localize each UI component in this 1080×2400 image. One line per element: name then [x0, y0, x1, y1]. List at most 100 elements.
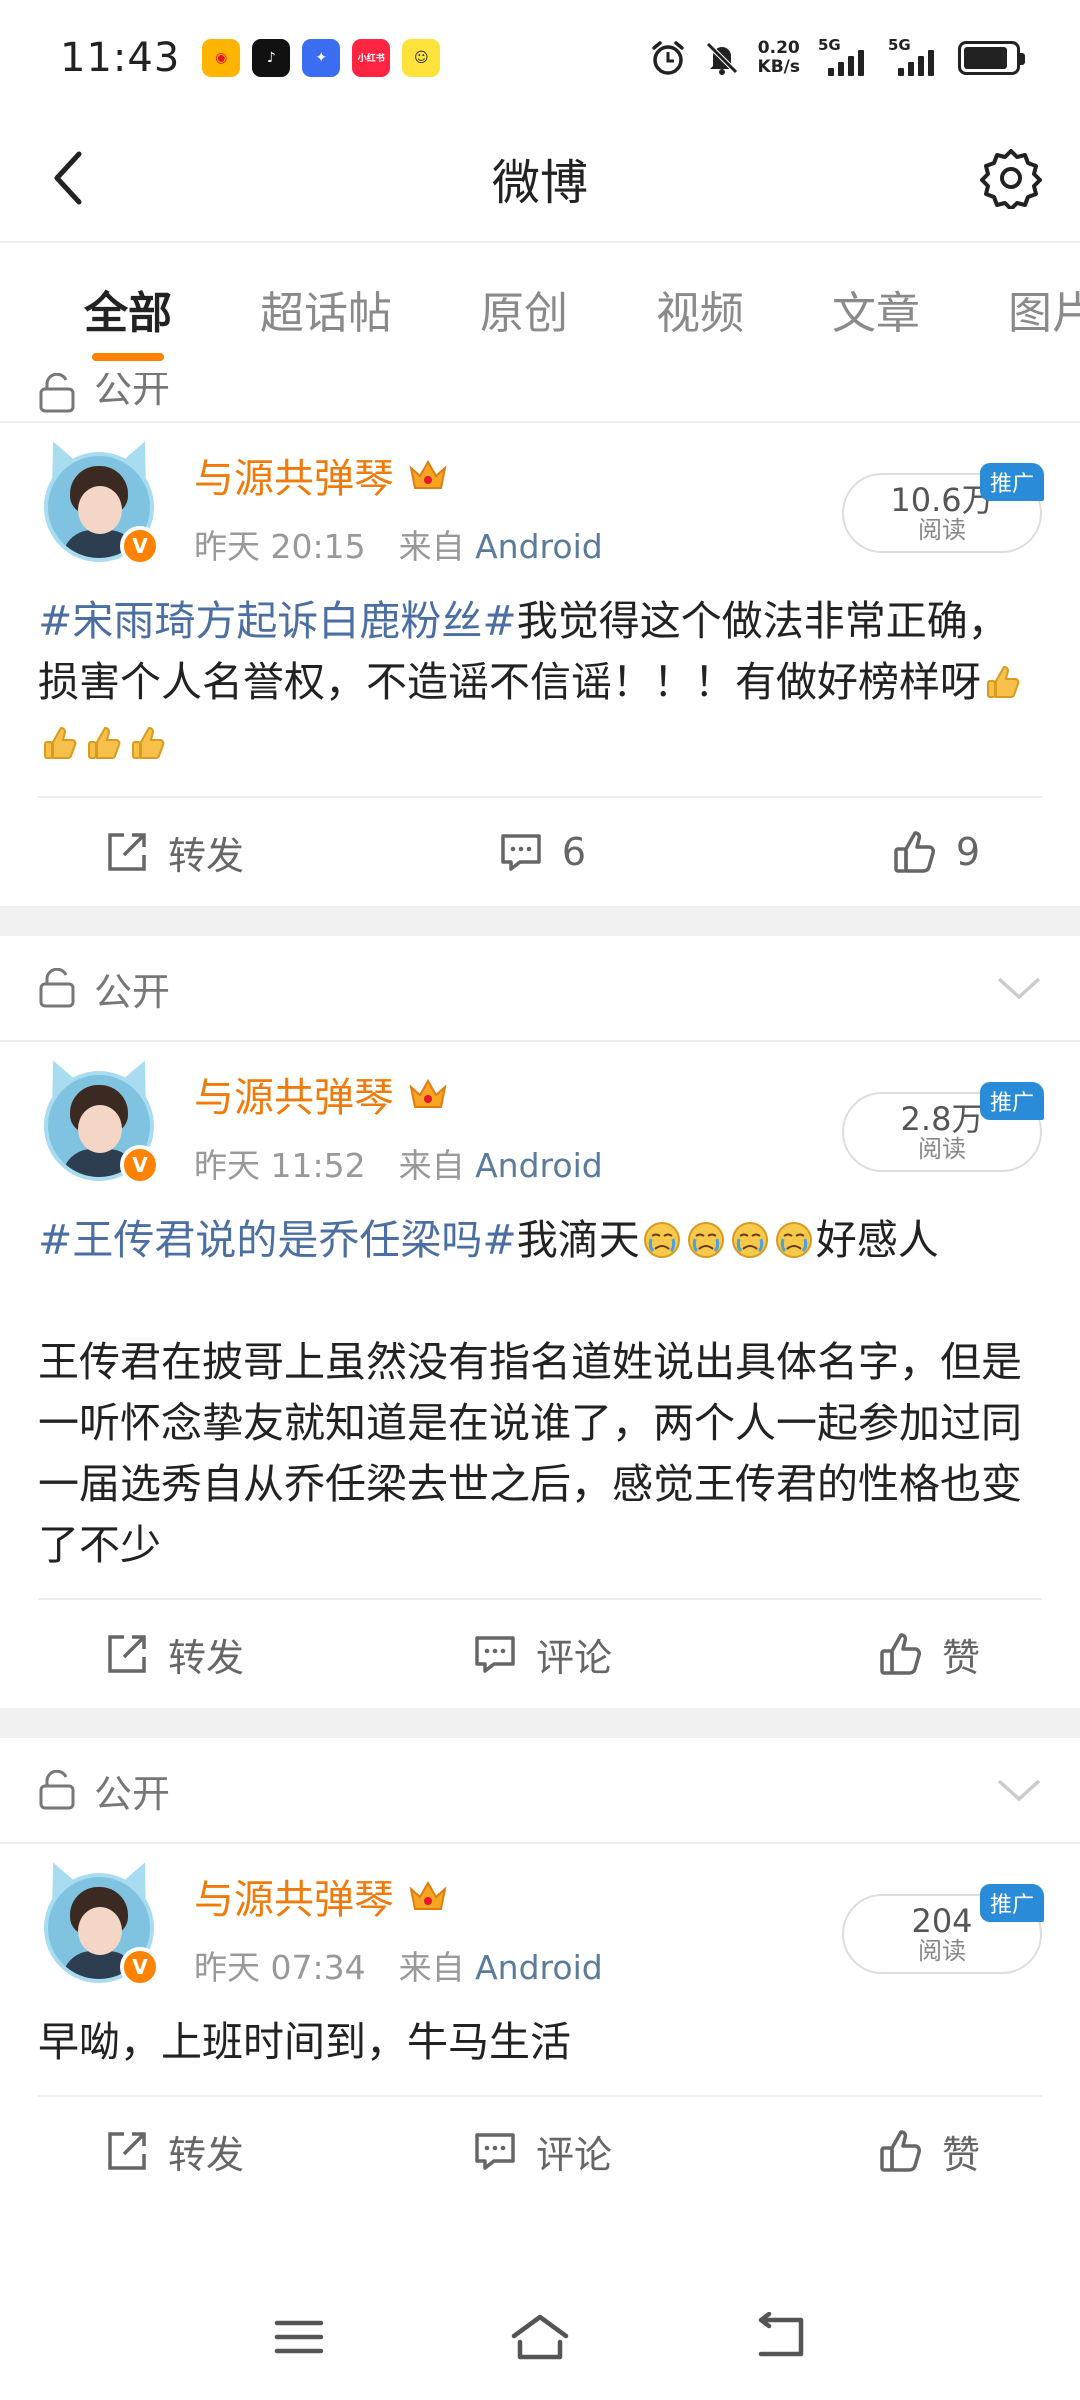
post-actions: 转发 评论 赞	[38, 1598, 1042, 1708]
comment-icon	[501, 834, 541, 871]
post-feed[interactable]: 公开 V 与源共弹琴 昨天 20:15 来自 Android 推广 10.6万 …	[0, 373, 1080, 2273]
crown-icon	[409, 1880, 447, 1910]
notification-app-icons: ◉ ♪ ✦ 小红书 ☺	[202, 38, 441, 77]
author-name[interactable]: 与源共弹琴	[194, 1065, 394, 1123]
app-header: 微博	[0, 115, 1080, 243]
privacy-label: 公开	[94, 969, 171, 1014]
tab-article[interactable]: 文章	[832, 277, 920, 341]
comment-button[interactable]: 6	[396, 829, 688, 875]
chevron-left-icon	[54, 151, 82, 205]
crown-icon	[409, 1078, 447, 1108]
hashtag-link[interactable]: #宋雨琦方起诉白鹿粉丝#	[38, 597, 517, 645]
filter-tabs: 全部 超话帖 原创 视频 文章 图片	[0, 245, 1080, 373]
tab-video[interactable]: 视频	[656, 277, 744, 341]
avatar[interactable]: V	[38, 1053, 160, 1187]
lock-open-icon	[39, 968, 75, 1008]
promo-badge: 推广	[979, 1884, 1044, 1922]
post-text: 早呦，上班时间到，牛马生活	[38, 2018, 571, 2066]
post-card[interactable]: V 与源共弹琴 昨天 07:34 来自 Android 推广 204 阅读 早呦…	[0, 1844, 1080, 2205]
post-card[interactable]: V 与源共弹琴 昨天 11:52 来自 Android 推广 2.8万 阅读 #…	[0, 1042, 1080, 1708]
tab-super-topic[interactable]: 超话帖	[260, 277, 392, 341]
lock-open-icon	[39, 373, 75, 413]
post-text: #宋雨琦方起诉白鹿粉丝#我觉得这个做法非常正确，损害个人名誉权，不造谣不信谣！！…	[38, 591, 1042, 796]
post-header: V 与源共弹琴 昨天 20:15 来自 Android 推广 10.6万 阅读	[38, 423, 1044, 591]
post-meta: 昨天 20:15 来自 Android	[194, 527, 603, 566]
page-title: 微博	[491, 155, 588, 211]
like-button[interactable]: 9	[688, 829, 1042, 875]
thumbs-up-icon	[880, 1633, 921, 1675]
status-time: 11:43	[60, 34, 181, 81]
network-speed: 0.20 KB/s	[757, 37, 800, 77]
status-indicators: 0.20 KB/s 5G 5G	[650, 36, 1025, 77]
thumbs-up-emoji-icon	[987, 665, 1020, 698]
weibo-app-icon: ◉	[202, 38, 241, 77]
author-name[interactable]: 与源共弹琴	[194, 446, 394, 504]
tab-all[interactable]: 全部	[84, 277, 172, 361]
post-header: V 与源共弹琴 昨天 11:52 来自 Android 推广 2.8万 阅读	[38, 1042, 1044, 1210]
crying-emoji-icon	[731, 1222, 768, 1258]
post-actions: 转发 评论 赞	[38, 2095, 1042, 2205]
read-count-badge[interactable]: 推广 2.8万 阅读	[842, 1082, 1044, 1172]
post-separator	[0, 1708, 1080, 1738]
status-bar: 11:43 ◉ ♪ ✦ 小红书 ☺ 0.20 KB/s 5G 5G	[0, 0, 1080, 115]
settings-button[interactable]	[976, 143, 1046, 213]
post-header: V 与源共弹琴 昨天 07:34 来自 Android 推广 204 阅读	[38, 1844, 1044, 2012]
signal-2-icon: 5G	[888, 36, 940, 76]
gear-icon	[980, 149, 1042, 209]
comment-icon	[475, 1636, 515, 1673]
post-meta: 昨天 07:34 来自 Android	[194, 1948, 603, 1987]
repost-button[interactable]: 转发	[38, 2124, 396, 2179]
promo-badge: 推广	[979, 1082, 1044, 1120]
post-actions: 转发 6 9	[38, 796, 1042, 906]
share-icon	[108, 2132, 146, 2170]
privacy-row[interactable]: 公开	[0, 373, 1080, 423]
post-meta: 昨天 11:52 来自 Android	[194, 1146, 603, 1185]
post-card[interactable]: V 与源共弹琴 昨天 20:15 来自 Android 推广 10.6万 阅读 …	[0, 423, 1080, 906]
post-text: #王传君说的是乔任梁吗#我滴天 好感人 王传君在披哥上虽然没有指名道姓说出具体名字…	[38, 1210, 1042, 1598]
thumbs-up-icon	[880, 2130, 921, 2172]
read-count-badge[interactable]: 推广 204 阅读	[842, 1884, 1044, 1974]
tab-image[interactable]: 图片	[1008, 277, 1080, 341]
signal-1-icon: 5G	[818, 36, 870, 76]
crying-emoji-icon	[687, 1222, 724, 1258]
home-icon[interactable]	[508, 2312, 572, 2362]
crying-emoji-icon	[643, 1222, 680, 1258]
privacy-row[interactable]: 公开	[0, 1738, 1080, 1844]
verified-badge-icon: V	[120, 1947, 160, 1987]
share-icon	[108, 833, 146, 871]
like-button[interactable]: 赞	[688, 1627, 1042, 1682]
like-button[interactable]: 赞	[688, 2124, 1042, 2179]
thumbs-up-emoji-icon	[88, 726, 121, 759]
avatar[interactable]: V	[38, 1855, 160, 1989]
privacy-label: 公开	[94, 1771, 171, 1816]
lock-open-icon	[39, 1770, 75, 1810]
menu-icon[interactable]	[271, 2315, 327, 2359]
repost-button[interactable]: 转发	[38, 825, 396, 880]
crying-emoji-icon	[775, 1222, 812, 1258]
read-count-badge[interactable]: 推广 10.6万 阅读	[842, 463, 1044, 553]
thumbs-up-emoji-icon	[44, 726, 77, 759]
share-icon	[108, 1635, 146, 1673]
system-nav-bar	[0, 2274, 1080, 2400]
hashtag-link[interactable]: #王传君说的是乔任梁吗#	[38, 1216, 517, 1264]
privacy-label: 公开	[94, 373, 171, 411]
avatar[interactable]: V	[38, 434, 160, 568]
blue-app-icon: ✦	[302, 38, 341, 77]
thumbs-up-emoji-icon	[132, 726, 165, 759]
tab-original[interactable]: 原创	[480, 277, 568, 341]
comment-button[interactable]: 评论	[396, 2124, 688, 2179]
back-nav-icon[interactable]	[753, 2312, 809, 2362]
mute-bell-icon	[705, 41, 738, 75]
verified-badge-icon: V	[120, 526, 160, 566]
chevron-down-icon[interactable]	[996, 975, 1042, 1001]
back-button[interactable]	[34, 143, 104, 213]
chevron-down-icon[interactable]	[996, 1777, 1042, 1803]
comment-icon	[475, 2133, 515, 2170]
author-name[interactable]: 与源共弹琴	[194, 1867, 394, 1925]
privacy-row[interactable]: 公开	[0, 936, 1080, 1042]
yellow-app-icon: ☺	[402, 38, 441, 77]
verified-badge-icon: V	[120, 1145, 160, 1185]
comment-button[interactable]: 评论	[396, 1627, 688, 1682]
repost-button[interactable]: 转发	[38, 1627, 396, 1682]
post-paragraph: 王传君在披哥上虽然没有指名道姓说出具体名字，但是一听怀念挚友就知道是在说谁了，两…	[38, 1338, 1022, 1569]
